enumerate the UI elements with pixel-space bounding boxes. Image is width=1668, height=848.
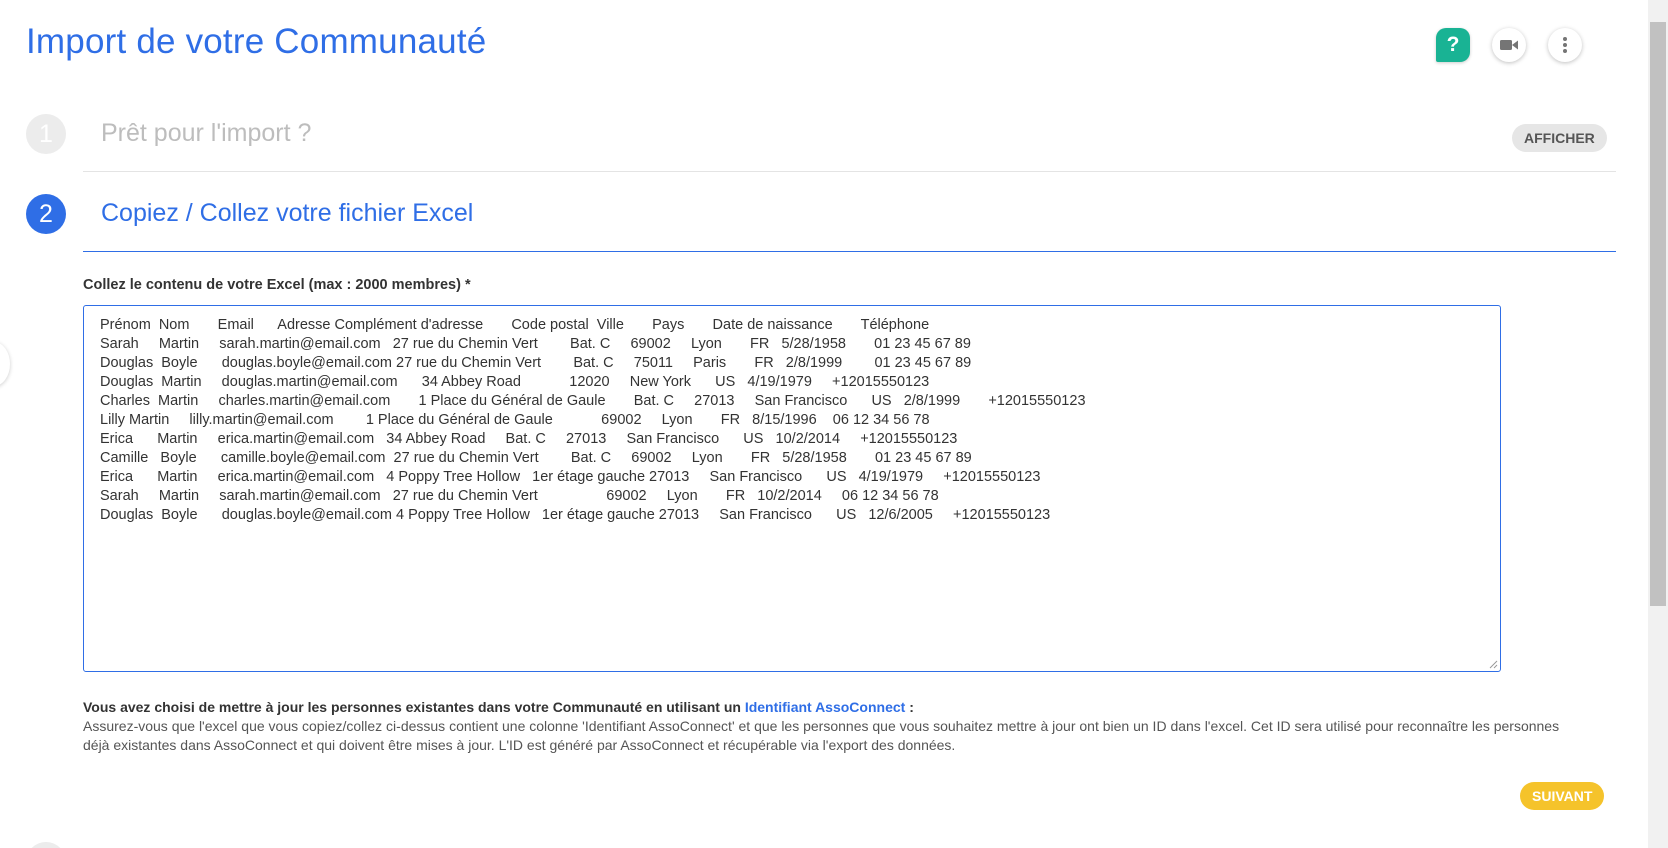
pasted-line: Erica Martin erica.martin@email.com 4 Po… [100,469,1041,485]
step-1-divider [83,171,1616,172]
step-2-title: Copiez / Collez votre fichier Excel [101,199,474,227]
pasted-line: Douglas Martin douglas.martin@email.com … [100,374,930,390]
step-2-number: 2 [26,194,66,234]
more-vertical-icon [1563,37,1567,53]
video-camera-icon [1500,40,1518,50]
step-2-divider [83,251,1616,252]
pasted-line: Lilly Martin lilly.martin@email.com 1 Pl… [100,412,930,428]
pasted-line: Camille Boyle camille.boyle@email.com 27… [100,450,972,466]
suivant-button[interactable]: SUIVANT [1520,782,1605,810]
top-actions: ? [1436,28,1582,62]
page-title: Import de votre Communauté [26,22,487,61]
scrollbar-thumb[interactable] [1650,22,1666,606]
pasted-line: Sarah Martin sarah.martin@email.com 27 r… [100,488,939,504]
resize-handle-icon[interactable] [1488,659,1498,669]
info-colon: : [905,699,914,715]
afficher-button[interactable]: AFFICHER [1512,124,1607,152]
step-1-title[interactable]: Prêt pour l'import ? [101,119,311,148]
help-button[interactable]: ? [1436,28,1470,62]
more-options-button[interactable] [1548,28,1582,62]
help-icon: ? [1446,33,1460,56]
excel-paste-textarea[interactable]: Prénom Nom Email Adresse Complément d'ad… [83,305,1501,672]
pasted-line: Erica Martin erica.martin@email.com 34 A… [100,431,958,447]
info-intro: Vous avez choisi de mettre à jour les pe… [83,699,745,715]
step-3-circle [26,842,66,848]
pasted-line: Charles Martin charles.martin@email.com … [100,393,1086,409]
step-1-number: 1 [26,114,66,154]
import-page: Import de votre Communauté ? 1 Prêt pour… [0,0,1668,848]
excel-field-label: Collez le contenu de votre Excel (max : … [83,277,471,293]
pasted-line: Douglas Boyle douglas.boyle@email.com 4 … [100,507,1051,523]
info-text: Assurez-vous que l'excel que vous copiez… [83,718,1560,753]
pasted-line: Douglas Boyle douglas.boyle@email.com 27… [100,355,972,371]
video-button[interactable] [1492,28,1526,62]
pasted-line: Prénom Nom Email Adresse Complément d'ad… [100,317,930,333]
side-panel-toggle[interactable] [0,342,10,386]
pasted-line: Sarah Martin sarah.martin@email.com 27 r… [100,336,971,352]
identifier-info: Vous avez choisi de mettre à jour les pe… [83,698,1563,755]
pasted-content: Prénom Nom Email Adresse Complément d'ad… [100,316,1484,525]
identifiant-assoconnect-link[interactable]: Identifiant AssoConnect [745,699,906,715]
